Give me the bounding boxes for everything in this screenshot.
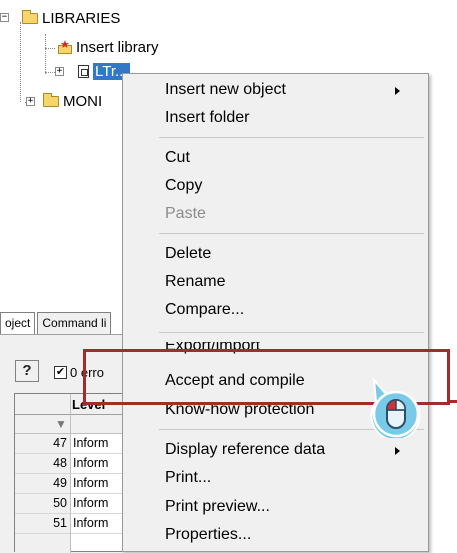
tree-guide-line <box>45 34 46 74</box>
row-number: 49 <box>53 476 67 490</box>
context-menu: Insert new object Insert folder Cut Copy… <box>122 73 429 552</box>
expand-toggle[interactable]: + <box>26 97 35 106</box>
menu-item-label: Paste <box>165 205 206 222</box>
help-icon[interactable]: ? <box>15 360 39 382</box>
tree-node-monitor[interactable]: MONI <box>43 91 102 111</box>
tab-strip: oject Command li <box>0 312 113 334</box>
menu-item-label: Rename <box>165 273 226 290</box>
menu-separator <box>159 137 424 138</box>
menu-item-label: Cut <box>165 149 190 166</box>
menu-item-label: Print preview... <box>165 498 270 515</box>
row-level: Inform <box>73 496 109 510</box>
menu-item-paste[interactable]: Paste <box>123 202 428 228</box>
row-level: Inform <box>73 436 109 450</box>
tree-guide-line <box>20 22 21 102</box>
highlight-frame-extension <box>450 400 457 403</box>
row-level: Inform <box>73 516 109 530</box>
tree-guide-line <box>45 72 55 73</box>
submenu-arrow-icon <box>395 447 400 455</box>
row-number: 50 <box>53 496 67 510</box>
filter-icon[interactable]: ▼ <box>55 417 67 431</box>
menu-item-label: Delete <box>165 245 212 262</box>
menu-item-label: Insert new object <box>165 81 286 98</box>
collapse-toggle[interactable]: − <box>0 13 9 22</box>
tab-object[interactable]: oject <box>0 312 36 334</box>
folder-icon <box>22 9 38 24</box>
tree-node-label: Insert library <box>76 38 159 56</box>
expand-toggle[interactable]: + <box>55 67 64 76</box>
folder-icon <box>43 92 59 107</box>
menu-item-properties[interactable]: Properties... <box>123 523 428 549</box>
library-icon <box>78 64 89 78</box>
menu-separator <box>159 332 424 333</box>
messages-grid: Level ▼ 47 Inform 48 Inform 49 Inform 50… <box>14 393 125 553</box>
menu-item-print[interactable]: Print... <box>123 466 428 492</box>
row-level: Inform <box>73 456 109 470</box>
row-number: 48 <box>53 456 67 470</box>
tree-node-libraries[interactable]: LIBRARIES <box>22 8 120 28</box>
grid-column-divider <box>70 394 71 553</box>
tree-node-label: MONI <box>63 92 103 110</box>
tree-guide-line <box>45 48 55 49</box>
menu-item-rename[interactable]: Rename <box>123 270 428 296</box>
insert-library-icon: ★ <box>57 39 73 54</box>
menu-item-label: Properties... <box>165 526 252 543</box>
mouse-click-icon <box>370 378 421 438</box>
menu-item-label: Display reference data <box>165 441 326 458</box>
menu-item-label: Insert folder <box>165 109 250 126</box>
row-level: Inform <box>73 476 109 490</box>
row-number: 47 <box>53 436 67 450</box>
menu-item-insert-folder[interactable]: Insert folder <box>123 106 428 132</box>
tree-node-label: LIBRARIES <box>42 9 121 27</box>
row-number: 51 <box>53 516 67 530</box>
menu-item-insert-new-object[interactable]: Insert new object <box>123 78 428 104</box>
menu-item-label: Print... <box>165 469 212 486</box>
menu-item-print-preview[interactable]: Print preview... <box>123 495 428 521</box>
submenu-arrow-icon <box>395 87 400 95</box>
menu-item-label: Know-how protection <box>165 403 315 418</box>
menu-separator <box>159 233 424 234</box>
menu-item-copy[interactable]: Copy <box>123 174 428 200</box>
menu-item-compare[interactable]: Compare... <box>123 298 428 324</box>
menu-item-cut[interactable]: Cut <box>123 146 428 172</box>
menu-item-delete[interactable]: Delete <box>123 242 428 268</box>
menu-item-label: Copy <box>165 177 203 194</box>
menu-item-display-reference-data[interactable]: Display reference data <box>123 438 428 464</box>
tab-command-line[interactable]: Command li <box>37 312 112 334</box>
tree-node-insert-library[interactable]: ★ Insert library <box>57 37 159 57</box>
menu-item-label: Compare... <box>165 301 245 318</box>
errors-checkbox[interactable]: ✔ <box>54 366 67 379</box>
